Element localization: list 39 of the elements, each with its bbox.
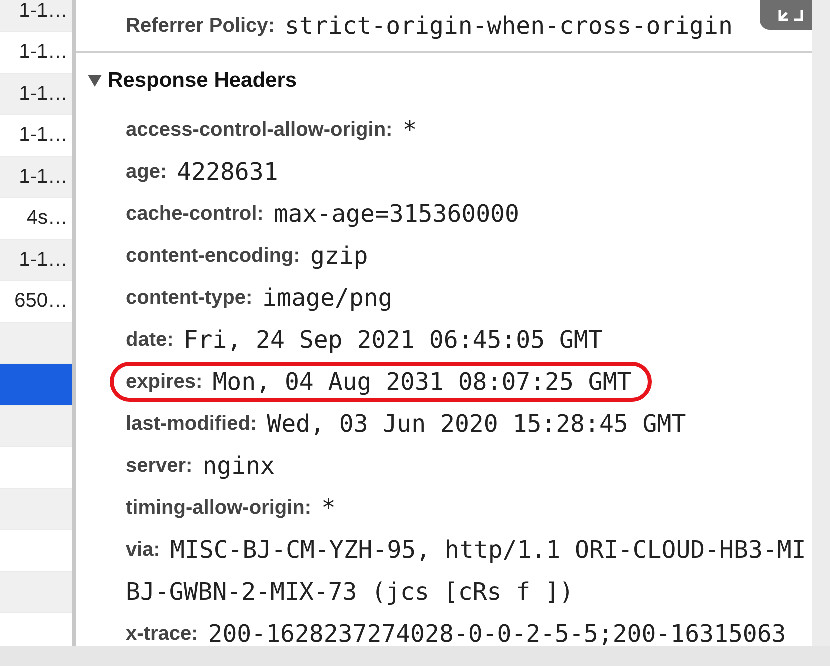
header-key: x-trace:	[126, 619, 198, 646]
request-row[interactable]	[0, 364, 72, 406]
header-value: 4228631	[177, 157, 278, 188]
header-key: Referrer Policy:	[126, 10, 275, 40]
header-value: *	[322, 493, 336, 524]
header-key: content-type:	[126, 283, 253, 313]
header-key: server:	[126, 451, 193, 481]
header-key: expires:	[126, 367, 203, 397]
header-value: nginx	[202, 451, 275, 482]
header-key: age:	[126, 157, 168, 187]
header-value: 200-1628237274028-0-0-2-5-5;200-16315063	[208, 619, 786, 646]
request-row[interactable]	[0, 406, 72, 447]
section-toggle[interactable]: Response Headers	[88, 65, 298, 97]
header-value: Wed, 03 Jun 2020 15:28:45 GMT	[267, 409, 686, 440]
collapse-icon	[778, 8, 804, 22]
header-key: last-modified:	[126, 409, 258, 439]
header-key: via:	[126, 535, 160, 565]
header-key: content-encoding:	[126, 241, 300, 271]
header-value: Fri, 24 Sep 2021 06:45:05 GMT	[184, 325, 603, 356]
request-row[interactable]	[0, 488, 72, 530]
request-row[interactable]	[0, 572, 72, 613]
disclosure-triangle-icon	[88, 75, 102, 87]
request-row[interactable]	[0, 322, 72, 364]
header-value: BJ-GWBN-2-MIX-73 (jcs [cRs f ])	[126, 577, 574, 608]
header-value: gzip	[310, 241, 368, 272]
header-key: timing-allow-origin:	[126, 493, 312, 523]
header-value: *	[402, 115, 418, 146]
header-key: date:	[126, 325, 174, 355]
header-value: MISC-BJ-CM-YZH-95, http/1.1 ORI-CLOUD-HB3-MI	[170, 535, 806, 566]
header-key: access-control-allow-origin:	[126, 115, 393, 145]
request-row[interactable]: 1-1…	[0, 156, 72, 198]
header-value: image/png	[262, 283, 393, 314]
header-value: strict-origin-when-cross-origin	[284, 10, 733, 42]
request-row[interactable]: 1-1…	[0, 0, 72, 32]
request-row[interactable]: 1-1…	[0, 74, 72, 115]
header-value: max-age=315360000	[274, 199, 520, 230]
request-row[interactable]: 1-1…	[0, 240, 72, 281]
header-key: cache-control:	[126, 199, 264, 229]
header-value: Mon, 04 Aug 2031 08:07:25 GMT	[212, 367, 632, 398]
